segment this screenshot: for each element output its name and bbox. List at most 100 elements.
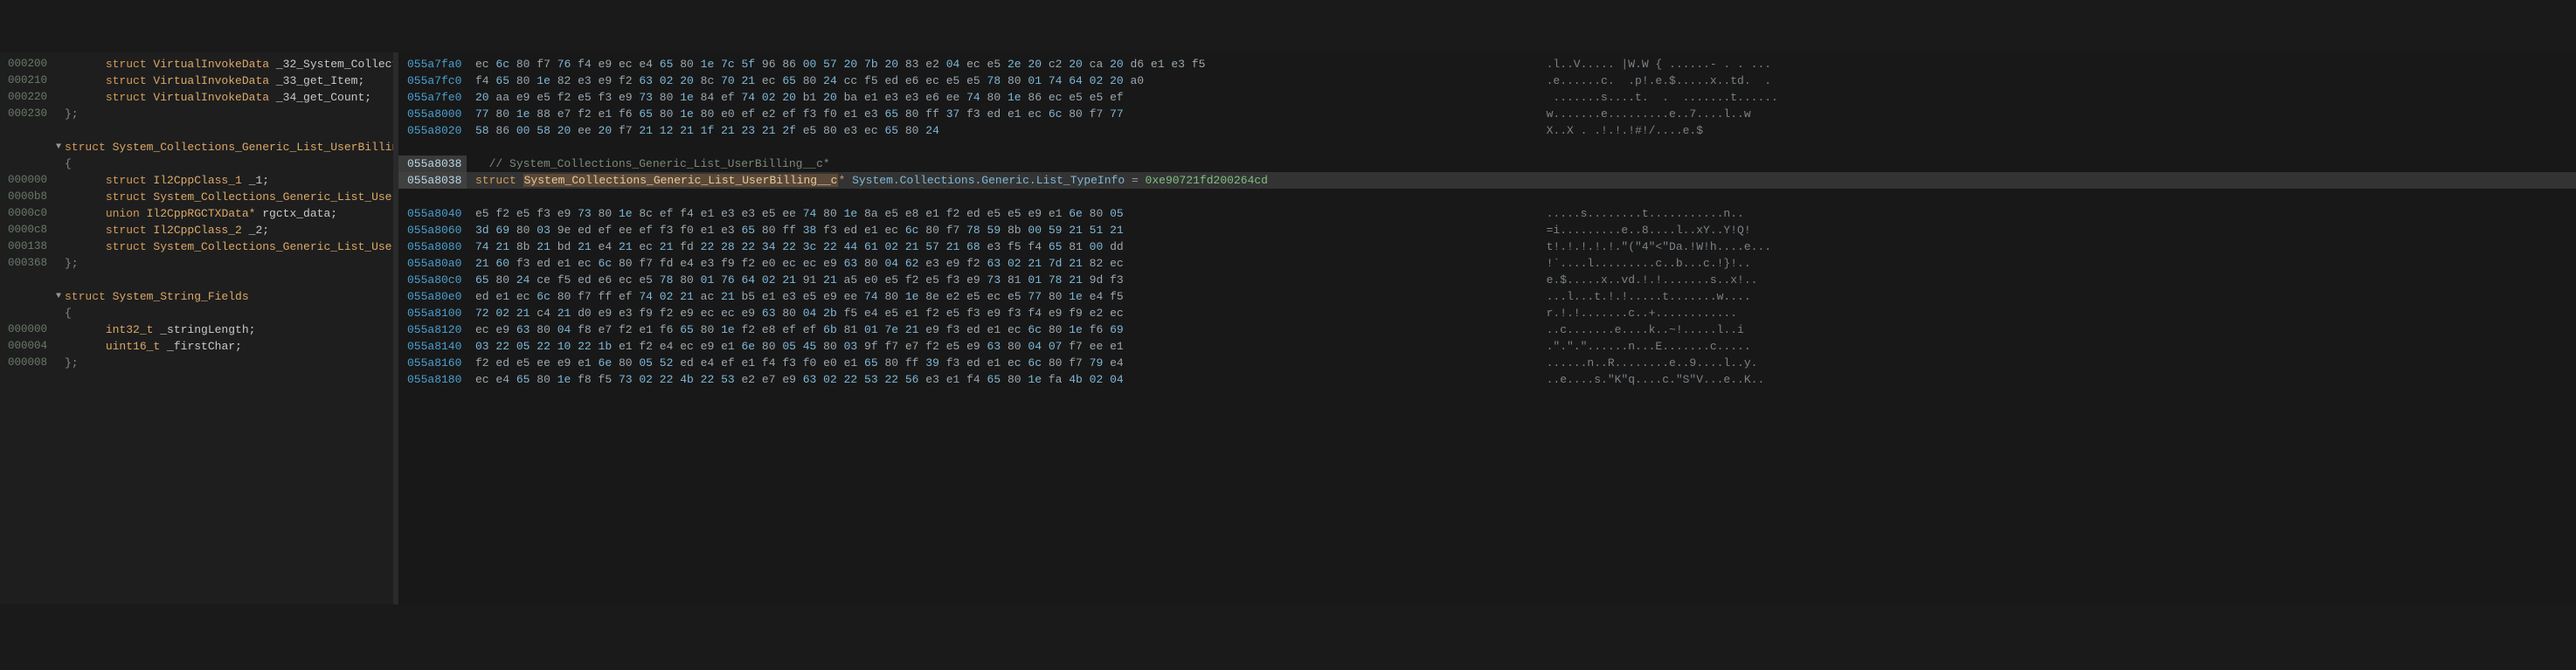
line-offset: 000230: [0, 106, 52, 122]
type-line[interactable]: 000138 struct System_Collections_Generic…: [0, 238, 393, 255]
hex-line[interactable]: 055a7fc0f4 65 80 1e 82 e3 e9 f2 63 02 20…: [398, 73, 2576, 89]
hex-ascii: e.$.....x..vd.!.!.......s..x!..: [1506, 272, 2576, 288]
line-offset: 000200: [0, 56, 52, 73]
hex-line[interactable]: 055a8040e5 f2 e5 f3 e9 73 80 1e 8c ef f4…: [398, 205, 2576, 222]
hex-panel: 055a7fa0ec 6c 80 f7 76 f4 e9 ec e4 65 80…: [398, 52, 2576, 604]
hex-ascii: ..e....s."K"q....c."S"V...e..K..: [1506, 371, 2576, 388]
hex-bytes: 3d 69 80 03 9e ed ef ee ef f3 f0 e1 e3 6…: [467, 222, 1506, 238]
hex-address: 055a8080: [398, 238, 467, 255]
type-line[interactable]: 000000 int32_t _stringLength;: [0, 321, 393, 338]
hex-ascii: ."."."......n...E.......c.....: [1506, 338, 2576, 355]
hex-line[interactable]: 055a8180ec e4 65 80 1e f8 f5 73 02 22 4b…: [398, 371, 2576, 388]
hex-bytes: ed e1 ec 6c 80 f7 ff ef 74 02 21 ac 21 b…: [467, 288, 1506, 305]
type-line[interactable]: [0, 122, 393, 139]
type-line[interactable]: 000368};: [0, 255, 393, 272]
type-line[interactable]: [0, 272, 393, 288]
hex-address: 055a8038: [398, 172, 467, 189]
type-line[interactable]: 000004 uint16_t _firstChar;: [0, 338, 393, 355]
struct-decl: struct System_Collections_Generic_List_U…: [467, 172, 1268, 189]
hex-ascii: .l..V..... |W.W { ......- . . ...: [1506, 56, 2576, 73]
hex-line[interactable]: 055a80c065 80 24 ce f5 ed e6 ec e5 78 80…: [398, 272, 2576, 288]
hex-ascii: w.......e.........e..7....l..w: [1506, 106, 2576, 122]
hex-address: 055a8020: [398, 122, 467, 139]
hex-ascii: ...l...t.!.!.....t.......w....: [1506, 288, 2576, 305]
code-text: struct System_String_Fields: [65, 288, 393, 305]
fold-arrow[interactable]: ▼: [52, 139, 65, 155]
types-panel: 000200 struct VirtualInvokeData _32_Syst…: [0, 52, 393, 604]
hex-line[interactable]: 055a7fe020 aa e9 e5 f2 e5 f3 e9 73 80 1e…: [398, 89, 2576, 106]
code-text: struct System_Collections_Generic_List_U…: [65, 189, 393, 205]
hex-bytes: f4 65 80 1e 82 e3 e9 f2 63 02 20 8c 70 2…: [467, 73, 1506, 89]
hex-line[interactable]: 055a808074 21 8b 21 bd 21 e4 21 ec 21 fd…: [398, 238, 2576, 255]
hex-bytes: e5 f2 e5 f3 e9 73 80 1e 8c ef f4 e1 e3 e…: [467, 205, 1506, 222]
code-text: struct System_Collections_Generic_List_U…: [65, 238, 393, 255]
type-line[interactable]: {: [0, 155, 393, 172]
hex-bytes: 20 aa e9 e5 f2 e5 f3 e9 73 80 1e 84 ef 7…: [467, 89, 1506, 106]
code-text: union Il2CppRGCTXData* rgctx_data;: [65, 205, 393, 222]
hex-line[interactable]: 055a7fa0ec 6c 80 f7 76 f4 e9 ec e4 65 80…: [398, 56, 2576, 73]
code-text: int32_t _stringLength;: [65, 321, 393, 338]
type-line[interactable]: 000200 struct VirtualInvokeData _32_Syst…: [0, 56, 393, 73]
type-line[interactable]: 0000b8 struct System_Collections_Generic…: [0, 189, 393, 205]
hex-line[interactable]: 055a80a021 60 f3 ed e1 ec 6c 80 f7 fd e4…: [398, 255, 2576, 272]
hex-line[interactable]: 055a80e0ed e1 ec 6c 80 f7 ff ef 74 02 21…: [398, 288, 2576, 305]
comment-line[interactable]: 055a8038 // System_Collections_Generic_L…: [398, 155, 2576, 172]
code-text: struct System_Collections_Generic_List_U…: [65, 139, 393, 155]
hex-ascii: .e......c. .p!.e.$.....x..td. .: [1506, 73, 2576, 89]
hex-address: 055a8060: [398, 222, 467, 238]
type-line[interactable]: 0000c8 struct Il2CppClass_2 _2;: [0, 222, 393, 238]
hex-bytes: 65 80 24 ce f5 ed e6 ec e5 78 80 01 76 6…: [467, 272, 1506, 288]
code-text: struct Il2CppClass_2 _2;: [65, 222, 393, 238]
code-text: {: [65, 155, 393, 172]
hex-ascii: ......n..R........e..9....l..y.: [1506, 355, 2576, 371]
hex-ascii: .......s....t. . .......t......: [1506, 89, 2576, 106]
code-text: };: [65, 355, 393, 371]
hex-ascii: =i.........e..8....l..xY..Y!Q!: [1506, 222, 2576, 238]
code-text: uint16_t _firstChar;: [65, 338, 393, 355]
line-offset: 000220: [0, 89, 52, 106]
type-line[interactable]: 000000 struct Il2CppClass_1 _1;: [0, 172, 393, 189]
line-offset: 000000: [0, 321, 52, 338]
hex-bytes: 58 86 00 58 20 ee 20 f7 21 12 21 1f 21 2…: [467, 122, 1506, 139]
hex-address: 055a8180: [398, 371, 467, 388]
fold-arrow[interactable]: ▼: [52, 288, 65, 305]
hex-line[interactable]: 055a800077 80 1e 88 e7 f2 e1 f6 65 80 1e…: [398, 106, 2576, 122]
hex-address: 055a80a0: [398, 255, 467, 272]
line-offset: 0000c8: [0, 222, 52, 238]
type-line[interactable]: 000008};: [0, 355, 393, 371]
hex-line[interactable]: 055a8120ec e9 63 80 04 f8 e7 f2 e1 f6 65…: [398, 321, 2576, 338]
hex-ascii: t!.!.!.!.!."("4"<"Da.!W!h....e...: [1506, 238, 2576, 255]
symbol-value: 0xe90721fd200264cd: [1146, 174, 1268, 187]
code-text: };: [65, 106, 393, 122]
type-line[interactable]: ▼struct System_Collections_Generic_List_…: [0, 139, 393, 155]
type-line[interactable]: 000230};: [0, 106, 393, 122]
hex-line[interactable]: 055a80603d 69 80 03 9e ed ef ee ef f3 f0…: [398, 222, 2576, 238]
hex-bytes: ec 6c 80 f7 76 f4 e9 ec e4 65 80 1e 7c 5…: [467, 56, 1506, 73]
comment-text: // System_Collections_Generic_List_UserB…: [467, 155, 1506, 172]
hex-ascii: X..X . .!.!.!#!/....e.$: [1506, 122, 2576, 139]
code-text: struct Il2CppClass_1 _1;: [65, 172, 393, 189]
type-line[interactable]: 000220 struct VirtualInvokeData _34_get_…: [0, 89, 393, 106]
hex-address: 055a7fc0: [398, 73, 467, 89]
line-offset: 000004: [0, 338, 52, 355]
code-text: struct VirtualInvokeData _33_get_Item;: [65, 73, 393, 89]
hex-line[interactable]: 055a810072 02 21 c4 21 d0 e9 e3 f9 f2 e9…: [398, 305, 2576, 321]
hex-address: 055a80c0: [398, 272, 467, 288]
type-line[interactable]: ▼struct System_String_Fields: [0, 288, 393, 305]
hex-line[interactable]: 055a8160f2 ed e5 ee e9 e1 6e 80 05 52 ed…: [398, 355, 2576, 371]
hex-address: 055a8140: [398, 338, 467, 355]
hex-address: 055a80e0: [398, 288, 467, 305]
hex-address: 055a8160: [398, 355, 467, 371]
struct-definition-line[interactable]: 055a8038struct System_Collections_Generi…: [398, 172, 2576, 189]
type-line[interactable]: 000210 struct VirtualInvokeData _33_get_…: [0, 73, 393, 89]
hex-bytes: 03 22 05 22 10 22 1b e1 f2 e4 ec e9 e1 6…: [467, 338, 1506, 355]
code-text: struct VirtualInvokeData _34_get_Count;: [65, 89, 393, 106]
hex-bytes: ec e9 63 80 04 f8 e7 f2 e1 f6 65 80 1e f…: [467, 321, 1506, 338]
hex-line[interactable]: 055a802058 86 00 58 20 ee 20 f7 21 12 21…: [398, 122, 2576, 139]
hex-address: 055a7fe0: [398, 89, 467, 106]
line-offset: 000210: [0, 73, 52, 89]
hex-ascii: r.!.!.......c..+............: [1506, 305, 2576, 321]
type-line[interactable]: {: [0, 305, 393, 321]
hex-line[interactable]: 055a814003 22 05 22 10 22 1b e1 f2 e4 ec…: [398, 338, 2576, 355]
type-line[interactable]: 0000c0 union Il2CppRGCTXData* rgctx_data…: [0, 205, 393, 222]
